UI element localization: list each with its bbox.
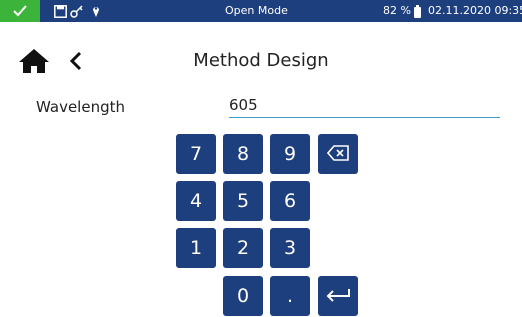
key-decimal[interactable]: .: [270, 276, 310, 316]
key-1[interactable]: 1: [176, 228, 216, 268]
key-0[interactable]: 0: [223, 276, 263, 316]
key-9[interactable]: 9: [270, 134, 310, 174]
key-6[interactable]: 6: [270, 181, 310, 221]
backspace-key[interactable]: [318, 134, 358, 174]
wavelength-label: Wavelength: [36, 98, 125, 116]
key-8[interactable]: 8: [223, 134, 263, 174]
mode-text: Open Mode: [225, 4, 288, 17]
backspace-icon: [326, 145, 349, 161]
check-icon: [13, 5, 27, 17]
page-title: Method Design: [193, 50, 329, 71]
key-7[interactable]: 7: [176, 134, 216, 174]
key-2[interactable]: 2: [223, 228, 263, 268]
pin-icon: [92, 3, 100, 19]
wavelength-input[interactable]: 605: [229, 95, 500, 118]
battery-icon: [414, 5, 421, 21]
battery-percentage: 82 %: [383, 4, 411, 17]
key-3[interactable]: 3: [270, 228, 310, 268]
enter-icon: [326, 289, 350, 302]
key-icon: [70, 3, 84, 19]
save-icon: [54, 3, 67, 19]
status-bar: Open Mode 82 % 02.11.2020 09:35: [0, 0, 522, 22]
status-ok-indicator: [0, 0, 40, 22]
key-4[interactable]: 4: [176, 181, 216, 221]
key-5[interactable]: 5: [223, 181, 263, 221]
datetime: 02.11.2020 09:35: [428, 4, 522, 17]
enter-key[interactable]: [318, 276, 358, 316]
